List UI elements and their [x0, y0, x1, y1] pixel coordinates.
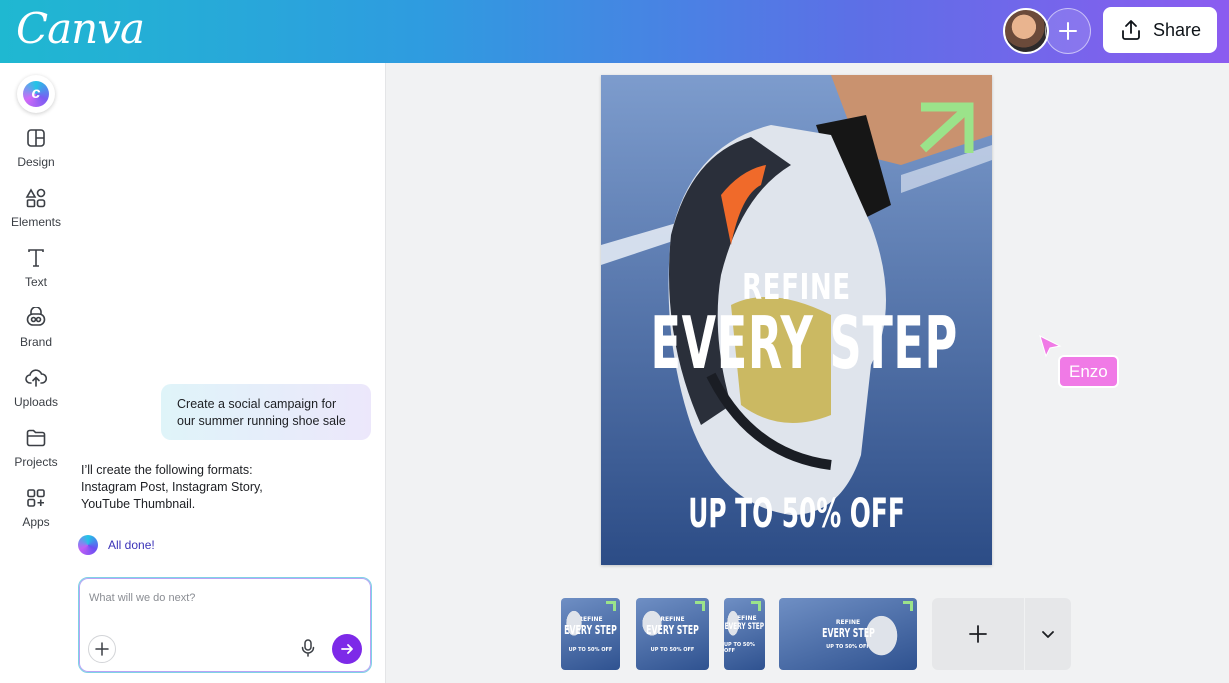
upload-cloud-icon: [25, 369, 47, 387]
page-thumbnail[interactable]: REFINE EVERY STEP UP TO 50% OFF: [561, 598, 620, 670]
side-rail: c Design Elements Text Brand Uploads Pro…: [0, 63, 72, 683]
status-text: All done!: [108, 538, 155, 552]
rail-item-text[interactable]: Text: [0, 247, 72, 289]
headline-every-step[interactable]: EVERY STEP: [650, 301, 957, 385]
rail-item-label: Projects: [14, 455, 58, 469]
ai-chat-panel: Create a social campaign for our summer …: [72, 63, 386, 683]
share-button[interactable]: Share: [1103, 7, 1217, 53]
page-thumbnail[interactable]: REFINE EVERY STEP UP TO 50% OFF: [724, 598, 765, 670]
arrow-icon: [695, 601, 705, 611]
thumb-line2: EVERY STEP: [821, 625, 875, 640]
rail-item-label: Text: [24, 275, 47, 289]
shapes-icon: [25, 188, 46, 208]
layout-icon: [27, 129, 45, 147]
thumb-line2: EVERY STEP: [646, 622, 699, 637]
status-row: All done!: [78, 535, 155, 555]
rail-item-elements[interactable]: Elements: [0, 187, 72, 229]
canva-ai-icon: c: [23, 81, 49, 107]
arrow-right-icon: [341, 644, 353, 654]
brand-icon: [26, 307, 46, 326]
text-icon: [28, 249, 44, 267]
rail-item-brand[interactable]: Brand: [0, 307, 72, 349]
microphone-icon: [301, 639, 315, 657]
user-avatar[interactable]: [1003, 8, 1049, 54]
rail-item-uploads[interactable]: Uploads: [0, 367, 72, 409]
rail-item-label: Apps: [22, 515, 50, 529]
thumb-line1: REFINE: [835, 618, 861, 626]
rail-item-label: Brand: [19, 335, 53, 349]
rail-item-label: Uploads: [13, 395, 59, 409]
thumb-line3: UP TO 50% OFF: [826, 643, 870, 650]
prompt-input[interactable]: [89, 592, 349, 604]
chevron-down-icon: [1042, 631, 1054, 638]
collaborator-name-tag: Enzo: [1058, 355, 1119, 388]
rail-item-label: Elements: [10, 215, 62, 229]
page-thumbnail[interactable]: REFINE EVERY STEP UP TO 50% OFF: [779, 598, 917, 670]
rail-item-apps[interactable]: Apps: [0, 487, 72, 529]
top-bar: Canva Share: [0, 0, 1229, 63]
assistant-reply: I’ll create the following formats: Insta…: [81, 463, 263, 511]
add-collaborator-button[interactable]: [1045, 8, 1091, 54]
send-button[interactable]: [332, 634, 362, 664]
plus-icon: [969, 625, 987, 643]
attach-button[interactable]: [88, 635, 116, 663]
rail-item-projects[interactable]: Projects: [0, 427, 72, 469]
share-label: Share: [1152, 19, 1202, 40]
page-options-button[interactable]: [1025, 598, 1071, 670]
rail-item-design[interactable]: Design: [0, 127, 72, 169]
user-message: Create a social campaign for our summer …: [161, 384, 371, 440]
microphone-button[interactable]: [300, 638, 316, 663]
arrow-icon: [606, 601, 616, 611]
plus-icon: [95, 642, 109, 656]
thumb-line3: UP TO 50% OFF: [724, 641, 755, 654]
canva-ai-icon: [78, 535, 98, 555]
arrow-icon: [903, 601, 913, 611]
apps-icon: [27, 489, 45, 507]
add-page-button[interactable]: [932, 598, 1024, 670]
collaborator-cursor-icon: [1039, 335, 1062, 358]
page-thumbnail[interactable]: REFINE EVERY STEP UP TO 50% OFF: [636, 598, 709, 670]
promo-text[interactable]: UP TO 50% OFF: [663, 491, 930, 537]
canva-ai-button[interactable]: c: [17, 75, 55, 113]
thumb-line3: UP TO 50% OFF: [650, 646, 695, 653]
thumb-line3: UP TO 50% OFF: [568, 646, 613, 653]
prompt-composer[interactable]: [78, 577, 372, 673]
plus-icon: [1059, 22, 1077, 40]
thumb-line2: EVERY STEP: [724, 621, 765, 632]
share-icon: [1122, 20, 1140, 40]
arrow-icon: [751, 601, 761, 611]
thumb-line2: EVERY STEP: [564, 622, 617, 637]
rail-item-label: Design: [17, 155, 55, 169]
design-page[interactable]: REFINE EVERY STEP UP TO 50% OFF: [601, 75, 992, 565]
folder-icon: [26, 429, 46, 447]
canva-logo[interactable]: Canva: [16, 4, 145, 53]
